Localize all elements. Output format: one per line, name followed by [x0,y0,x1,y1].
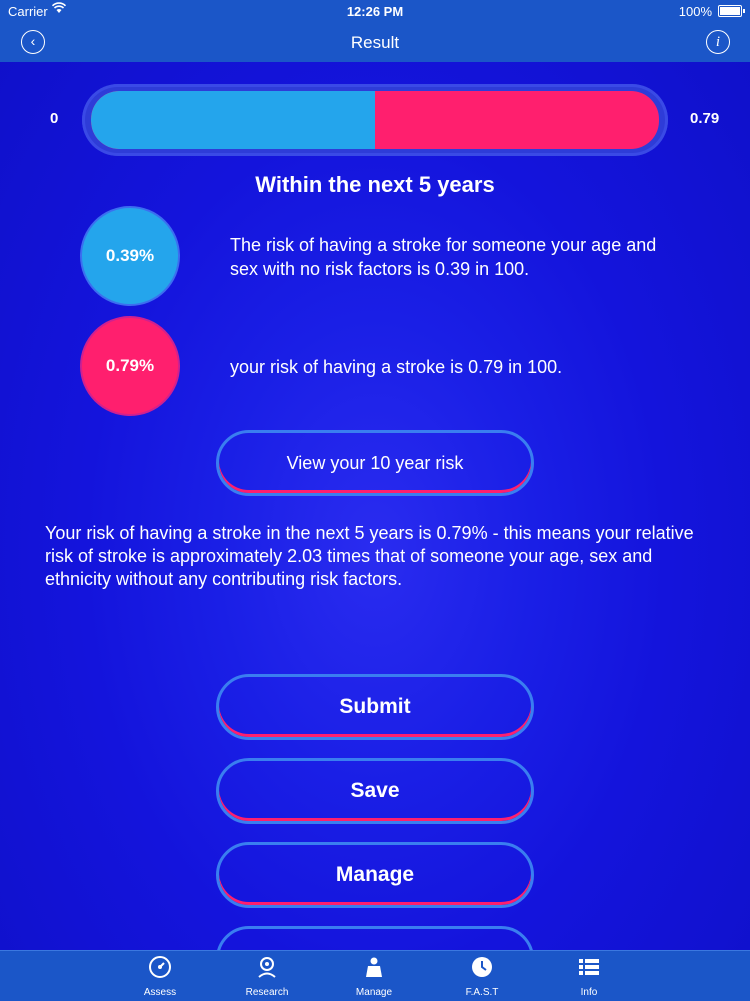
battery-icon [718,5,745,17]
tab-label: Info [580,987,598,998]
view-10-year-risk-button[interactable]: View your 10 year risk [216,430,534,496]
save-button[interactable]: Save [216,758,534,824]
risk-bar-min-label: 0 [50,110,59,127]
info-icon[interactable]: i [706,30,730,54]
risk-bar-baseline-segment [91,91,375,149]
list-icon [554,955,624,981]
tab-bar: Assess Research Manage F.A.S.T Info [0,950,750,1001]
user-risk-description: your risk of having a stroke is 0.79 in … [230,357,563,377]
tab-research[interactable]: Research [232,955,302,998]
tab-manage[interactable]: Manage [339,955,409,998]
risk-bar-max-label: 0.79 [690,110,720,127]
research-icon [232,955,302,981]
tab-label: Manage [355,987,393,998]
clock-icon [447,955,517,981]
gauge-icon [125,955,195,981]
period-heading: Within the next 5 years [255,172,495,197]
risk-bar [82,84,668,156]
user-risk-circle: 0.79% [82,318,178,414]
manage-button[interactable]: Manage [216,842,534,908]
baseline-risk-circle: 0.39% [82,208,178,304]
tab-assess[interactable]: Assess [125,955,195,998]
tab-label: F.A.S.T [465,987,499,998]
battery-percent: 100% [678,4,712,19]
status-bar: Carrier 12:26 PM 100% [0,0,750,22]
tab-label: Assess [143,987,177,998]
risk-bar-user-segment [91,91,659,149]
tab-label: Research [245,987,289,998]
manage-icon [339,955,409,981]
page-title: Result [350,33,400,52]
tab-fast[interactable]: F.A.S.T [447,955,517,998]
risk-summary-text: Your risk of having a stroke in the next… [45,523,694,589]
baseline-risk-description: The risk of having a stroke for someone … [230,235,657,279]
clock-time: 12:26 PM [346,4,404,19]
nav-bar: ‹ Result i [0,22,750,62]
submit-button[interactable]: Submit [216,674,534,740]
tab-info[interactable]: Info [554,955,624,998]
